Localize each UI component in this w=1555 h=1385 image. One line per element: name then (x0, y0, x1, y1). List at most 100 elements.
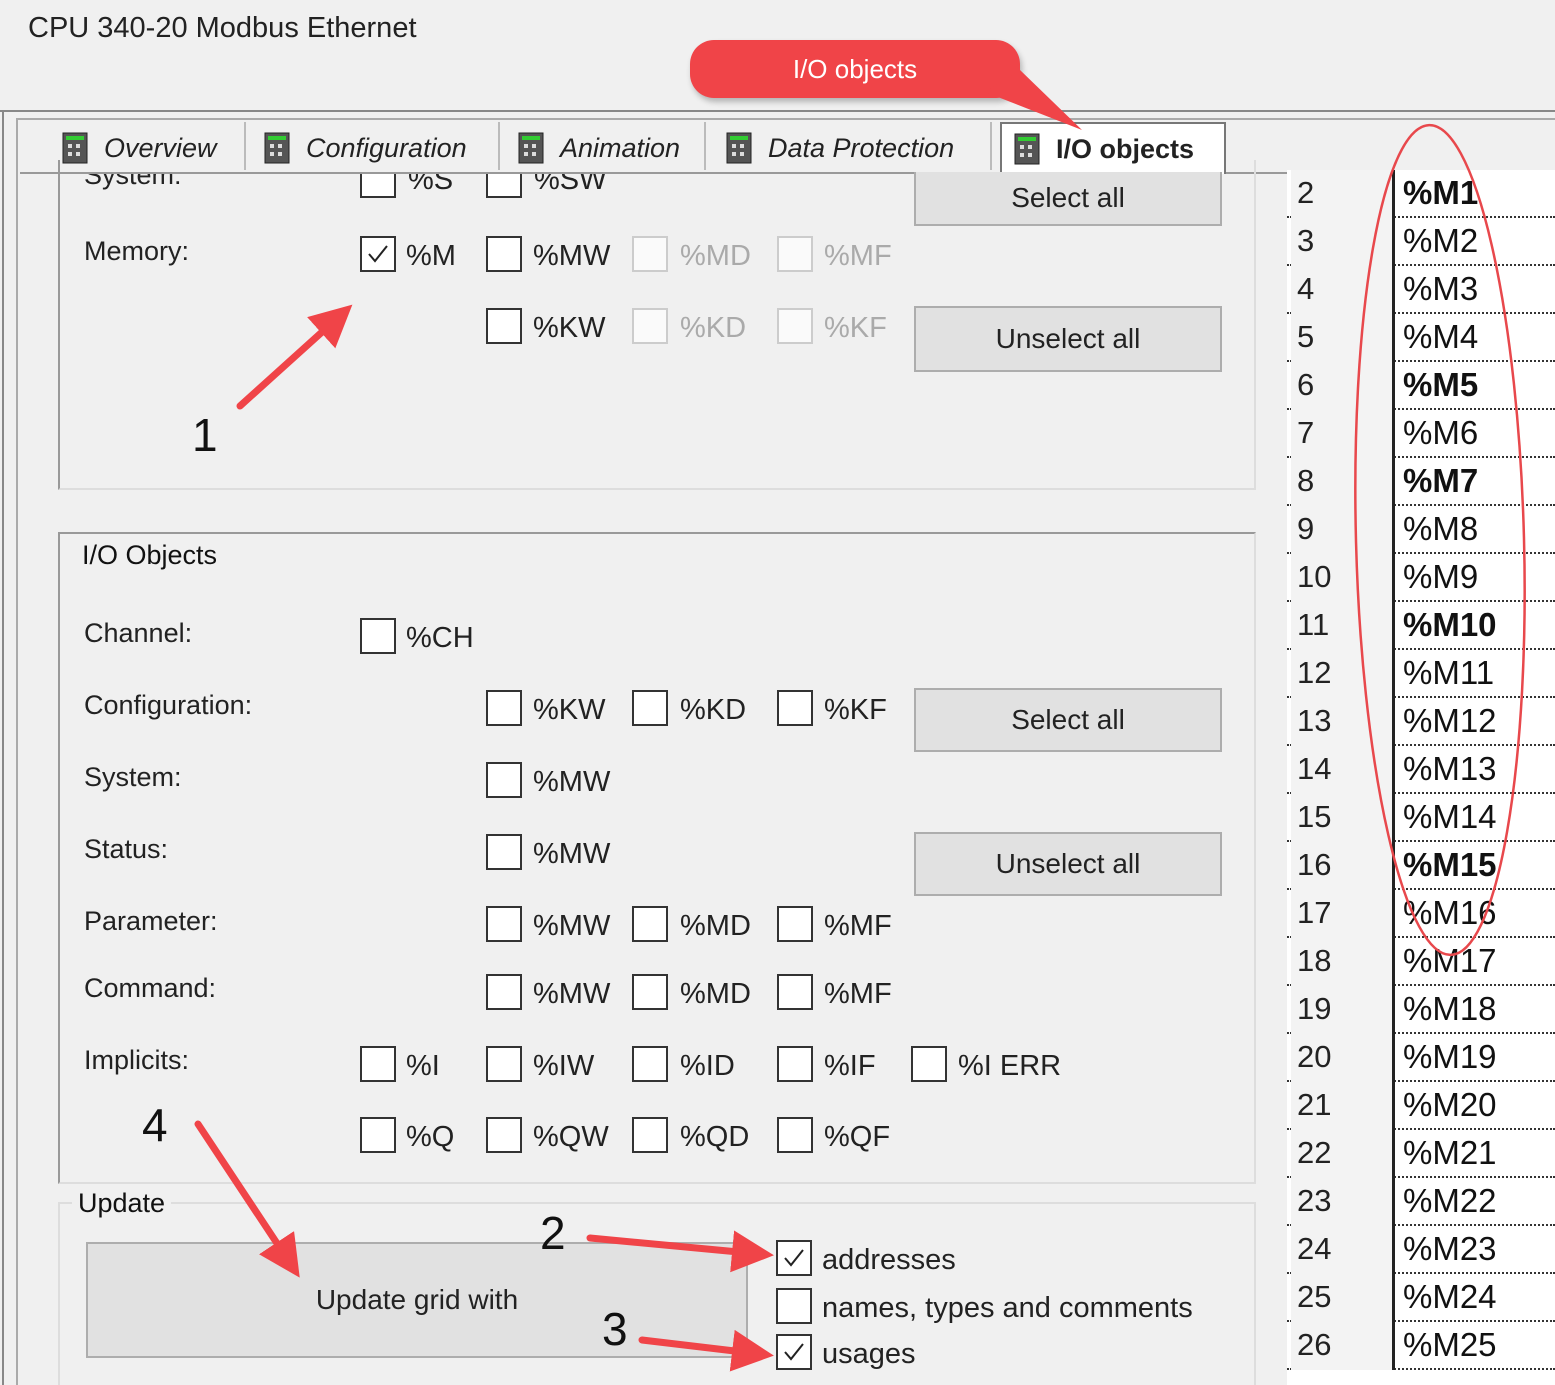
grid-address: %M10 (1403, 606, 1497, 643)
grid-row[interactable]: 9 %M8 (1287, 506, 1555, 554)
grid-row[interactable]: 20 %M19 (1287, 1034, 1555, 1082)
checkbox-command-mw[interactable] (486, 974, 522, 1010)
grid-row[interactable]: 2 %M1 (1287, 170, 1555, 218)
annotation-number-2: 2 (540, 1207, 566, 1259)
select-all-memory-button[interactable]: Select all (914, 172, 1222, 226)
checkbox-label-id: %ID (680, 1050, 735, 1082)
grid-row[interactable]: 8 %M7 (1287, 458, 1555, 506)
annotation-number-4: 4 (142, 1099, 168, 1151)
checkbox-label-if: %IF (824, 1050, 876, 1082)
grid-row[interactable]: 11 %M10 (1287, 602, 1555, 650)
grid-row-number: 19 (1291, 986, 1395, 1034)
checkbox-system-mw[interactable] (486, 762, 522, 798)
checkbox-config-kd[interactable] (632, 690, 668, 726)
grid-row[interactable]: 5 %M4 (1287, 314, 1555, 362)
grid-row[interactable]: 26 %M25 (1287, 1322, 1555, 1370)
checkbox-qd[interactable] (632, 1117, 668, 1153)
checkbox-i-err[interactable] (911, 1046, 947, 1082)
grid-row-number: 6 (1291, 362, 1395, 410)
checkbox-config-kf[interactable] (777, 690, 813, 726)
checkbox-status-mw[interactable] (486, 834, 522, 870)
frame-left-line (2, 110, 4, 1385)
checkbox-label-mw: %MW (533, 240, 611, 272)
grid-address: %M9 (1403, 558, 1479, 595)
checkbox-command-md[interactable] (632, 974, 668, 1010)
checkbox-param-md[interactable] (632, 906, 668, 942)
grid-row[interactable]: 3 %M2 (1287, 218, 1555, 266)
grid-row[interactable]: 10 %M9 (1287, 554, 1555, 602)
grid-row-number: 4 (1291, 266, 1395, 314)
checkbox-md (632, 236, 668, 272)
grid-row[interactable]: 22 %M21 (1287, 1130, 1555, 1178)
grid-row[interactable]: 19 %M18 (1287, 986, 1555, 1034)
grid-row[interactable]: 6 %M5 (1287, 362, 1555, 410)
grid-row-number: 8 (1291, 458, 1395, 506)
grid-row[interactable]: 7 %M6 (1287, 410, 1555, 458)
checkbox-q[interactable] (360, 1117, 396, 1153)
grid-address: %M25 (1403, 1326, 1497, 1363)
checkbox-mw[interactable] (486, 236, 522, 272)
checkbox-param-mf[interactable] (777, 906, 813, 942)
checkbox-param-mw[interactable] (486, 906, 522, 942)
checkbox-iw[interactable] (486, 1046, 522, 1082)
grid-row[interactable]: 21 %M20 (1287, 1082, 1555, 1130)
grid-address: %M12 (1403, 702, 1497, 739)
grid-address: %M6 (1403, 414, 1479, 451)
address-grid[interactable]: 2 %M1 3 %M2 4 %M3 5 %M4 6 %M5 7 %M6 8 %M7 9 %M8 … (1287, 170, 1555, 1385)
checkbox-sw[interactable] (486, 174, 522, 198)
grid-row[interactable]: 13 %M12 (1287, 698, 1555, 746)
checkbox-m[interactable] (360, 236, 396, 272)
grid-address: %M5 (1403, 366, 1479, 403)
status-label: Status: (84, 834, 169, 864)
checkbox-names-types-comments[interactable] (776, 1288, 812, 1324)
grid-row[interactable]: 18 %M17 (1287, 938, 1555, 986)
implicits-label: Implicits: (84, 1045, 190, 1075)
grid-address: %M1 (1403, 174, 1479, 211)
grid-row[interactable]: 16 %M15 (1287, 842, 1555, 890)
grid-row[interactable]: 17 %M16 (1287, 890, 1555, 938)
grid-row-number: 3 (1291, 218, 1395, 266)
annotation-number-1: 1 (192, 409, 218, 461)
select-all-io-button[interactable]: Select all (914, 688, 1222, 752)
grid-row[interactable]: 14 %M13 (1287, 746, 1555, 794)
checkbox-if[interactable] (777, 1046, 813, 1082)
unselect-all-io-button[interactable]: Unselect all (914, 832, 1222, 896)
checkbox-label-config-kd: %KD (680, 694, 747, 726)
checkbox-addresses[interactable] (776, 1240, 812, 1276)
grid-address: %M22 (1403, 1182, 1497, 1219)
checkbox-i[interactable] (360, 1046, 396, 1082)
grid-row-number: 25 (1291, 1274, 1395, 1322)
grid-row[interactable]: 25 %M24 (1287, 1274, 1555, 1322)
grid-row-number: 2 (1291, 170, 1395, 218)
checkbox-kw[interactable] (486, 308, 522, 344)
checkbox-usages[interactable] (776, 1334, 812, 1370)
checkbox-config-kw[interactable] (486, 690, 522, 726)
grid-address: %M2 (1403, 222, 1479, 259)
grid-address: %M19 (1403, 1038, 1497, 1075)
checkbox-label-kw: %KW (533, 312, 606, 344)
checkbox-qw[interactable] (486, 1117, 522, 1153)
checkbox-ch[interactable] (360, 618, 396, 654)
grid-row-number: 10 (1291, 554, 1395, 602)
channel-label: Channel: (84, 618, 193, 648)
grid-row-number: 15 (1291, 794, 1395, 842)
update-grid-button[interactable]: Update grid with (86, 1242, 748, 1358)
grid-row[interactable]: 12 %M11 (1287, 650, 1555, 698)
checkbox-command-mf[interactable] (777, 974, 813, 1010)
grid-row[interactable]: 23 %M22 (1287, 1178, 1555, 1226)
grid-address: %M8 (1403, 510, 1479, 547)
checkbox-label-sw: %SW (534, 174, 607, 196)
tab-label: Overview (104, 132, 217, 163)
grid-row[interactable]: 4 %M3 (1287, 266, 1555, 314)
tab-label: Configuration (306, 132, 467, 163)
grid-row[interactable]: 15 %M14 (1287, 794, 1555, 842)
checkbox-label-md: %MD (680, 240, 751, 272)
update-group-title: Update (72, 1188, 172, 1219)
grid-row[interactable]: 24 %M23 (1287, 1226, 1555, 1274)
unselect-all-memory-button[interactable]: Unselect all (914, 306, 1222, 372)
checkbox-s[interactable] (360, 174, 396, 198)
checkbox-qf[interactable] (777, 1117, 813, 1153)
grid-row-number: 7 (1291, 410, 1395, 458)
checkbox-id[interactable] (632, 1046, 668, 1082)
parameter-label: Parameter: (84, 906, 218, 936)
